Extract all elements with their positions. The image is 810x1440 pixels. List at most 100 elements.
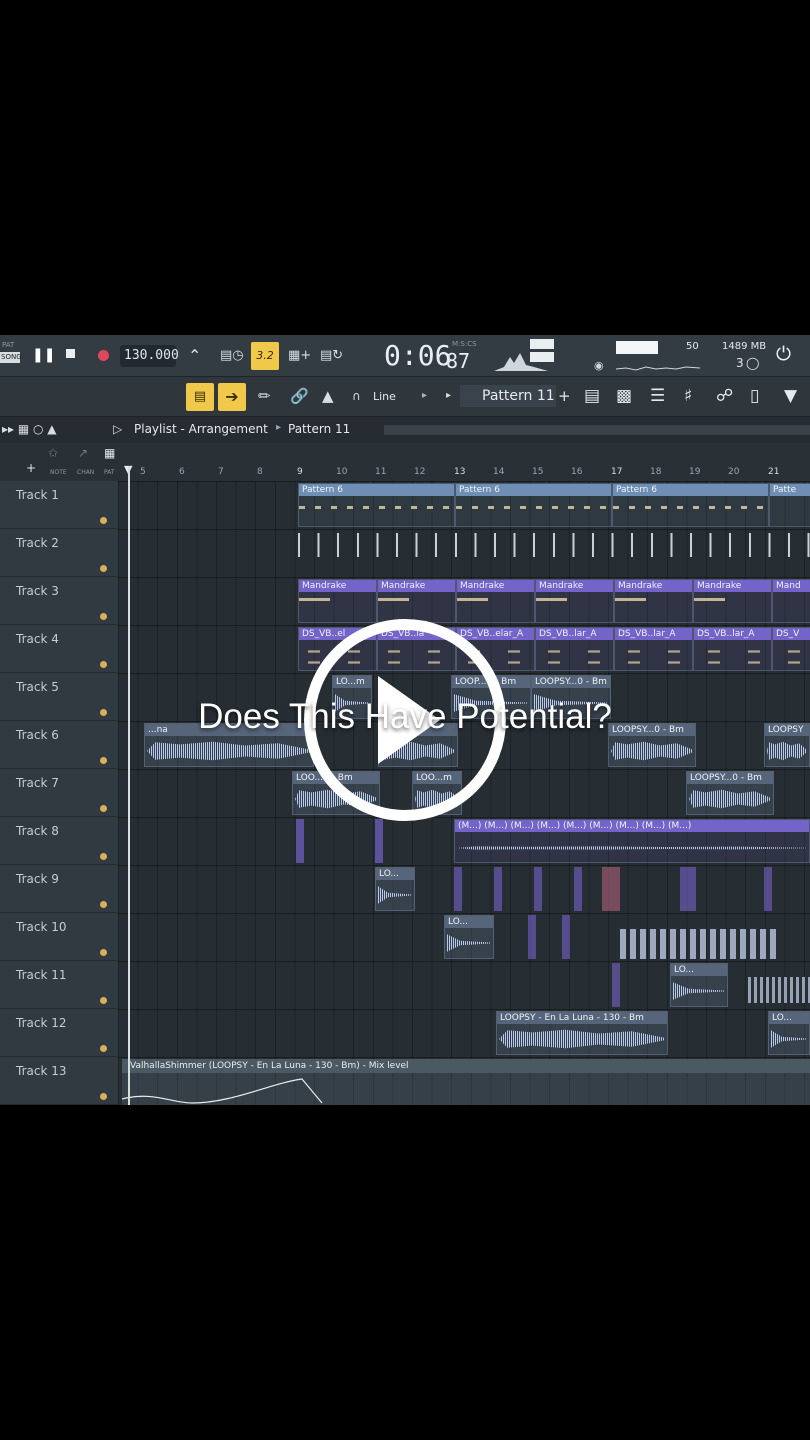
loop-record-icon[interactable]: ▤↻ xyxy=(320,348,343,363)
audio-clip[interactable]: LOOPSY - En La Luna - 130 - Bm xyxy=(496,1011,668,1055)
track-led[interactable] xyxy=(100,565,107,572)
mandrake-clip[interactable]: Mandrake xyxy=(298,579,377,623)
track-led[interactable] xyxy=(100,853,107,860)
note-tool-icon[interactable]: ✩ xyxy=(48,446,58,460)
automation-clip[interactable]: ValhallaShimmer (LOOPSY - En La Luna - 1… xyxy=(122,1059,810,1105)
pat-tool-icon[interactable]: ▦ xyxy=(104,446,115,460)
track-led[interactable] xyxy=(100,997,107,1004)
plugin-picker-icon[interactable]: ▼ xyxy=(784,386,797,406)
add-pattern-icon[interactable]: + xyxy=(558,387,571,405)
short-clip[interactable] xyxy=(528,915,536,959)
pattern-clip[interactable]: Pattern 6 xyxy=(612,483,769,527)
pattern-clip[interactable]: Patte xyxy=(769,483,810,527)
countdown-button[interactable]: 3.2 xyxy=(251,342,279,370)
audio-clip[interactable]: LO... xyxy=(768,1011,810,1055)
step-edit-icon[interactable]: ▦+ xyxy=(288,348,311,363)
ds-vb-clip[interactable]: DS_V xyxy=(772,627,810,671)
browser-icon[interactable]: ☍ xyxy=(716,386,733,406)
playlist-pattern[interactable]: Pattern 11 xyxy=(288,422,350,436)
playhead[interactable] xyxy=(128,466,130,1105)
track-header[interactable]: Track 1 xyxy=(0,481,118,529)
piano-roll-send-icon[interactable]: ▤ xyxy=(186,383,214,411)
mandrake-clip[interactable]: Mandrake xyxy=(614,579,693,623)
pattern-clip[interactable]: Pattern 6 xyxy=(298,483,455,527)
magnet-icon[interactable]: ∩ xyxy=(352,389,361,403)
track-header[interactable]: Track 2 xyxy=(0,529,118,577)
audio-clip[interactable]: LO... xyxy=(375,867,415,911)
channel-rack-icon[interactable]: ☰ xyxy=(650,386,665,406)
song-mode-button[interactable]: SONG xyxy=(0,352,22,363)
track-led[interactable] xyxy=(100,1093,107,1100)
track-led[interactable] xyxy=(100,949,107,956)
chan-tool-icon[interactable]: ↗ xyxy=(78,446,88,460)
track-header[interactable]: Track 10 xyxy=(0,913,118,961)
short-clip[interactable] xyxy=(562,915,570,959)
ds-vb-clip[interactable]: DS_VB..lar_A xyxy=(535,627,614,671)
tab-chan[interactable]: CHAN xyxy=(77,469,94,476)
wait-input-icon[interactable]: ▤◷ xyxy=(220,348,244,363)
chop-sequence[interactable] xyxy=(620,929,780,959)
track-header[interactable]: Track 13 xyxy=(0,1057,118,1105)
mandrake-clip[interactable]: Mandrake xyxy=(456,579,535,623)
audio-clip[interactable]: LO... xyxy=(670,963,728,1007)
add-track-icon[interactable]: + xyxy=(26,461,36,475)
timeline-ruler[interactable]: ✩ ↗ ▦ + NOTE CHAN PAT ▼ 5 6 7 8 9 10 11 … xyxy=(0,443,810,481)
playlist-icon[interactable]: ▤ xyxy=(584,386,600,406)
short-clip[interactable] xyxy=(680,867,696,911)
short-clip[interactable] xyxy=(296,819,304,863)
track-led[interactable] xyxy=(100,661,107,668)
vocal-chops-clip[interactable]: (M...) (M...) (M...) (M...) (M...) (M...… xyxy=(454,819,810,863)
pat-mode-label[interactable]: PAT xyxy=(2,341,14,349)
snap-mode[interactable]: Line xyxy=(373,390,396,403)
tempo-display[interactable]: 130.000 xyxy=(120,345,179,367)
track-led[interactable] xyxy=(100,613,107,620)
stamp-icon[interactable]: ▲ xyxy=(322,387,334,405)
metronome-icon[interactable]: ⌃ xyxy=(188,346,201,365)
power-icon[interactable]: ⏻ xyxy=(776,343,791,365)
track-header[interactable]: Track 4 xyxy=(0,625,118,673)
audio-clip[interactable]: LOOPSY...0 - Bm xyxy=(686,771,774,815)
track-header[interactable]: Track 11 xyxy=(0,961,118,1009)
track-header[interactable]: Track 3 xyxy=(0,577,118,625)
mandrake-clip[interactable]: Mandrake xyxy=(377,579,456,623)
pattern-prev-icon[interactable]: ▸ xyxy=(446,390,451,401)
audio-clip[interactable]: LO... xyxy=(444,915,494,959)
tab-note[interactable]: NOTE xyxy=(50,469,67,476)
mandrake-clip[interactable]: Mandrake xyxy=(693,579,772,623)
track-led[interactable] xyxy=(100,517,107,524)
pattern-selector[interactable]: Pattern 11 xyxy=(460,385,556,407)
track-header[interactable]: Track 12 xyxy=(0,1009,118,1057)
track-led[interactable] xyxy=(100,805,107,812)
tab-pat[interactable]: PAT xyxy=(104,469,115,476)
mixer-icon[interactable]: ♯ xyxy=(684,386,692,406)
stop-icon[interactable] xyxy=(66,349,75,358)
overview-scrollbar[interactable] xyxy=(384,425,810,435)
link-icon[interactable]: 🔗 xyxy=(290,387,309,405)
pause-icon[interactable]: ❚❚ xyxy=(32,347,55,363)
track-header[interactable]: Track 9 xyxy=(0,865,118,913)
track-led[interactable] xyxy=(100,1045,107,1052)
chop-sequence[interactable] xyxy=(748,977,810,1003)
project-icon[interactable]: ▯ xyxy=(750,386,759,406)
playlist-tools-icons[interactable]: ▸▸ ▦ ○ ▲ xyxy=(2,422,57,436)
short-clip[interactable] xyxy=(602,867,620,911)
pencil-icon[interactable]: ✏ xyxy=(258,387,271,405)
time-format-label[interactable]: M:S:CS xyxy=(452,340,477,348)
track-led[interactable] xyxy=(100,901,107,908)
speaker-icon[interactable]: ▷ xyxy=(113,422,122,436)
mandrake-clip[interactable]: Mand xyxy=(772,579,810,623)
snap-chevron-icon[interactable]: ▸ xyxy=(422,390,427,401)
arrow-right-icon[interactable]: ➔ xyxy=(218,383,246,411)
short-clip[interactable] xyxy=(534,867,542,911)
pattern-clip[interactable]: Pattern 6 xyxy=(455,483,612,527)
short-clip[interactable] xyxy=(612,963,620,1007)
hint-eye-icon[interactable]: ◉ xyxy=(594,359,604,372)
hat-pattern[interactable] xyxy=(298,533,810,557)
piano-roll-icon[interactable]: ▩ xyxy=(616,386,632,406)
ds-vb-clip[interactable]: DS_VB..lar_A xyxy=(693,627,772,671)
short-clip[interactable] xyxy=(574,867,582,911)
record-icon[interactable] xyxy=(98,350,109,361)
ds-vb-clip[interactable]: DS_VB..lar_A xyxy=(614,627,693,671)
track-header[interactable]: Track 7 xyxy=(0,769,118,817)
track-led[interactable] xyxy=(100,757,107,764)
